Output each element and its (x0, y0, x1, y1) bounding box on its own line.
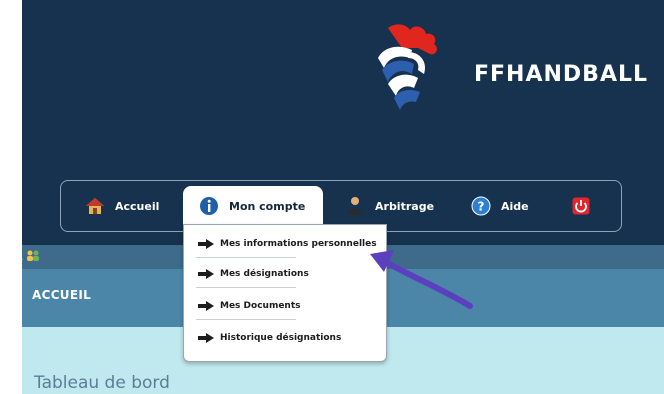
arrow-right-icon (198, 269, 214, 279)
nav-item-accueil[interactable]: Accueil (85, 192, 159, 220)
menu-item-designations[interactable]: Mes désignations (198, 264, 309, 284)
nav-item-aide[interactable]: ? Aide (471, 192, 529, 220)
page-title: ACCUEIL (32, 288, 92, 302)
referee-icon (345, 195, 365, 217)
menu-divider (196, 257, 296, 258)
house-icon (85, 195, 105, 217)
info-icon (199, 195, 219, 217)
annotation-arrow (370, 250, 473, 309)
brand-name: FFHANDBALL (474, 62, 649, 87)
logout-button[interactable] (571, 192, 601, 220)
menu-item-label: Historique désignations (220, 333, 342, 343)
nav-item-arbitrage[interactable]: Arbitrage (345, 192, 434, 220)
nav-label: Accueil (115, 199, 160, 213)
menu-divider (196, 319, 296, 320)
people-icon (27, 250, 40, 261)
nav-label: Aide (501, 199, 529, 213)
subbar-label: ALL (0, 250, 40, 263)
account-dropdown-menu: Mes informations personnelles Mes désign… (183, 224, 387, 362)
left-margin (0, 0, 22, 394)
rooster-logo[interactable] (348, 18, 452, 122)
menu-item-label: Mes Documents (220, 301, 301, 311)
menu-item-history[interactable]: Historique désignations (198, 328, 341, 348)
nav-item-mon-compte[interactable]: Mon compte (183, 186, 324, 226)
nav-label: Arbitrage (375, 199, 435, 213)
menu-item-documents[interactable]: Mes Documents (198, 296, 301, 316)
menu-item-label: Mes informations personnelles (220, 239, 377, 249)
menu-divider (196, 287, 296, 288)
svg-text:?: ? (478, 200, 485, 214)
arrow-right-icon (198, 333, 214, 343)
subbar-text: ALL (0, 250, 23, 263)
dashboard-heading: Tableau de bord (34, 373, 170, 393)
help-icon: ? (471, 195, 491, 217)
nav-label: Mon compte (229, 199, 306, 213)
arrow-right-icon (198, 239, 214, 249)
arrow-right-icon (198, 301, 214, 311)
power-icon (571, 195, 591, 217)
menu-item-label: Mes désignations (220, 269, 309, 279)
menu-item-personal-info[interactable]: Mes informations personnelles (198, 234, 377, 254)
